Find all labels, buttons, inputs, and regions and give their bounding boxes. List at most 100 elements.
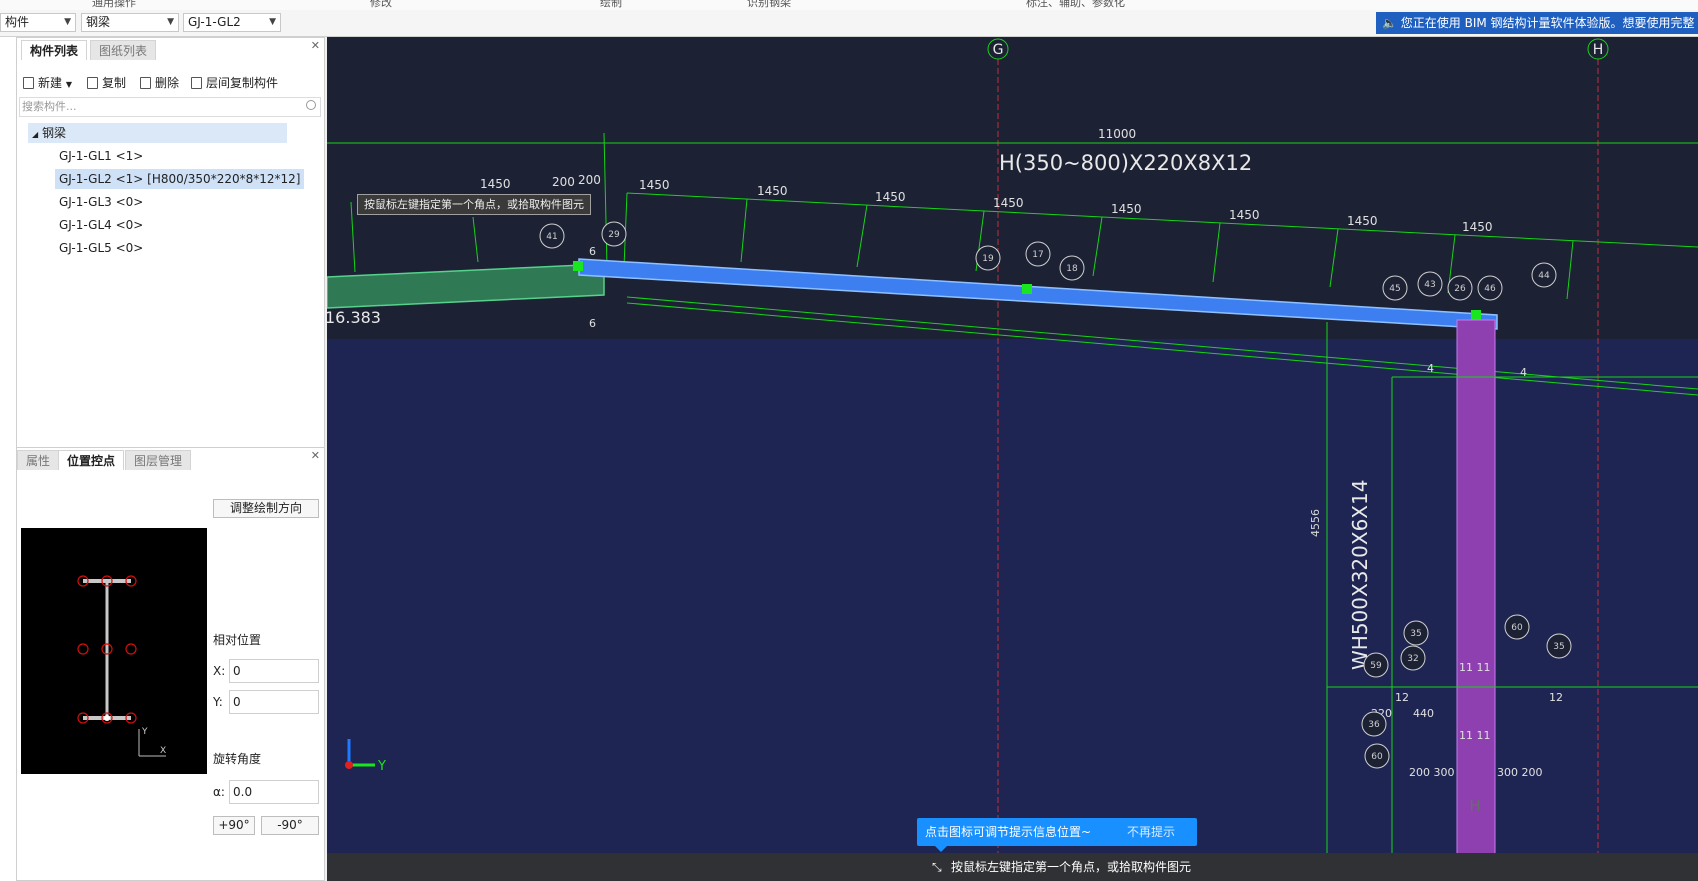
preview-axis-y: Y (141, 727, 148, 737)
menu-item-modify[interactable]: 修改 (370, 0, 392, 9)
search-icon (306, 100, 316, 110)
small-label-1: 6 (589, 317, 596, 330)
bubble-2: 19 (982, 254, 994, 264)
preview-axis-x: X (160, 746, 166, 756)
small-label-0: 6 (589, 245, 596, 258)
small-label-3: 4 (1520, 366, 1527, 379)
triangle-down-icon: ◢ (32, 130, 39, 139)
type-select[interactable]: 钢梁 ▼ (81, 13, 179, 32)
tab-layer-management[interactable]: 图层管理 (125, 450, 192, 470)
copy-icon (87, 77, 98, 89)
axis-label-h-bottom: H (1469, 797, 1480, 815)
tab-component-list[interactable]: 构件列表 (21, 40, 88, 60)
x-offset-input[interactable]: 0 (229, 659, 319, 683)
component-select[interactable]: GJ-1-GL2 ▼ (183, 13, 281, 32)
tree-item-gl3[interactable]: GJ-1-GL3 <0> (55, 192, 147, 212)
collapse-arrows-icon[interactable]: ⤡ (932, 853, 942, 881)
category-select-value: 构件 (5, 15, 30, 29)
control-point-end[interactable] (1471, 310, 1481, 320)
tab-drawing-list[interactable]: 图纸列表 (90, 40, 157, 60)
segment-dim-3: 1450 (639, 178, 670, 192)
tree-item-gl4[interactable]: GJ-1-GL4 <0> (55, 215, 147, 235)
floor-copy-button[interactable]: 层间复制构件 (191, 74, 278, 92)
menu-item-identify[interactable]: 识别钢梁 (747, 0, 791, 9)
floor-copy-label: 层间复制构件 (206, 76, 279, 90)
small-label-5: 12 (1549, 691, 1563, 704)
new-label: 新建 (38, 76, 63, 90)
small-label-6: 11 11 (1459, 661, 1491, 674)
bubble-10: 35 (1410, 629, 1421, 639)
segment-dim-8: 1450 (1229, 208, 1260, 222)
search-placeholder: 搜索构件... (22, 100, 77, 113)
tree-item-gl5[interactable]: GJ-1-GL5 <0> (55, 238, 147, 258)
delete-component-button[interactable]: 删除 (140, 74, 179, 92)
segment-dim-2: 200 (578, 173, 601, 187)
tree-root-steel-beam[interactable]: ◢ 钢梁 (28, 123, 287, 143)
tip-bubble-message: 点击图标可调节提示信息位置~ (925, 825, 1092, 839)
selected-blue-beam (578, 258, 1498, 330)
segment-dim-0: 1450 (480, 177, 511, 191)
copy-component-button[interactable]: 复制 (87, 74, 126, 92)
chevron-down-icon: ▼ (167, 17, 174, 27)
segment-dim-7: 1450 (1111, 202, 1142, 216)
component-select-value: GJ-1-GL2 (188, 15, 241, 29)
close-icon[interactable]: ✕ (311, 449, 320, 462)
new-component-button[interactable]: 新建 ▼ (23, 74, 72, 92)
rotate-minus90-button[interactable]: -90° (261, 816, 319, 835)
segment-dim-4: 1450 (757, 184, 788, 198)
small-label-9: 440 (1413, 707, 1434, 720)
control-point-start[interactable] (573, 261, 583, 271)
bubble-16: 60 (1371, 752, 1383, 762)
segment-dimension-labels: 1450 200 200 1450 1450 1450 1450 1450 14… (480, 173, 1493, 234)
category-select[interactable]: 构件 ▼ (0, 13, 76, 32)
bubble-11: 60 (1511, 623, 1523, 633)
bubble-14: 36 (1368, 720, 1380, 730)
bubble-8: 46 (1484, 284, 1496, 294)
cad-drawing: G H 11000 H(350~800)X220X8X12 WH500X320X… (327, 38, 1698, 881)
small-label-10: 200 300 (1409, 766, 1455, 779)
segment-dim-10: 1450 (1462, 220, 1493, 234)
cad-canvas[interactable]: G H 11000 H(350~800)X220X8X12 WH500X320X… (327, 37, 1698, 881)
tab-position-control[interactable]: 位置控点 (58, 450, 125, 470)
component-list-panel: 构件列表 图纸列表 ✕ 新建 ▼ 复制 删除 层间复制构件 搜索构件... ◢ … (16, 37, 325, 465)
bubble-7: 26 (1454, 284, 1466, 294)
tab-properties[interactable]: 属性 (17, 450, 60, 470)
control-point-mid[interactable] (1022, 284, 1032, 294)
tip-bubble[interactable]: 点击图标可调节提示信息位置~ 不再提示 (917, 818, 1197, 852)
bubble-15: 35 (1553, 642, 1564, 652)
tree-root-label: 钢梁 (41, 126, 66, 140)
axis-label-g: G (993, 42, 1004, 58)
speaker-icon: 🔈 (1382, 16, 1397, 30)
bubble-1: 29 (608, 230, 620, 240)
alpha-label: α: (213, 785, 225, 799)
property-panel: 属性 位置控点 图层管理 ✕ 调整绘制方向 Y X 相对位置 X: 0 Y: 0… (16, 447, 325, 881)
search-input[interactable]: 搜索构件... (19, 97, 321, 117)
small-label-4: 12 (1395, 691, 1409, 704)
trial-notice-banner[interactable]: 🔈 您正在使用 BIM 钢结构计量软件体验版。想要使用完整 (1376, 12, 1698, 34)
menu-item-annotate[interactable]: 标注、辅助、参数化 (1026, 0, 1125, 9)
tree-item-gl2[interactable]: GJ-1-GL2 <1> [H800/350*220*8*12*12] (55, 169, 305, 189)
close-icon[interactable]: ✕ (311, 39, 320, 52)
y-label: Y: (213, 695, 223, 709)
chevron-down-icon: ▼ (269, 17, 276, 27)
axis-label-h: H (1593, 42, 1604, 58)
menu-item-general[interactable]: 通用操作 (92, 0, 136, 9)
status-bar-text: 按鼠标左键指定第一个角点，或拾取构件图元 (951, 860, 1192, 874)
column-section-label: WH500X320X6X14 (1348, 480, 1372, 670)
menu-item-draw[interactable]: 绘制 (600, 0, 622, 9)
h-section-preview: Y X (77, 575, 166, 757)
relative-position-label: 相对位置 (213, 633, 262, 647)
tree-item-gl1[interactable]: GJ-1-GL1 <1> (55, 146, 147, 166)
dismiss-tip-link[interactable]: 不再提示 (1127, 818, 1175, 846)
layers-copy-icon (191, 77, 202, 89)
x-label: X: (213, 664, 226, 678)
elevation-label: 16.383 (327, 308, 381, 327)
bubble-12: 59 (1370, 661, 1382, 671)
bubble-6: 43 (1424, 280, 1435, 290)
rotate-plus90-button[interactable]: +90° (213, 816, 255, 835)
section-preview: Y X (21, 528, 207, 774)
y-offset-input[interactable]: 0 (229, 690, 319, 714)
adjust-direction-button[interactable]: 调整绘制方向 (213, 499, 319, 518)
rotation-input[interactable]: 0.0 (229, 780, 319, 804)
new-file-icon (23, 77, 34, 89)
